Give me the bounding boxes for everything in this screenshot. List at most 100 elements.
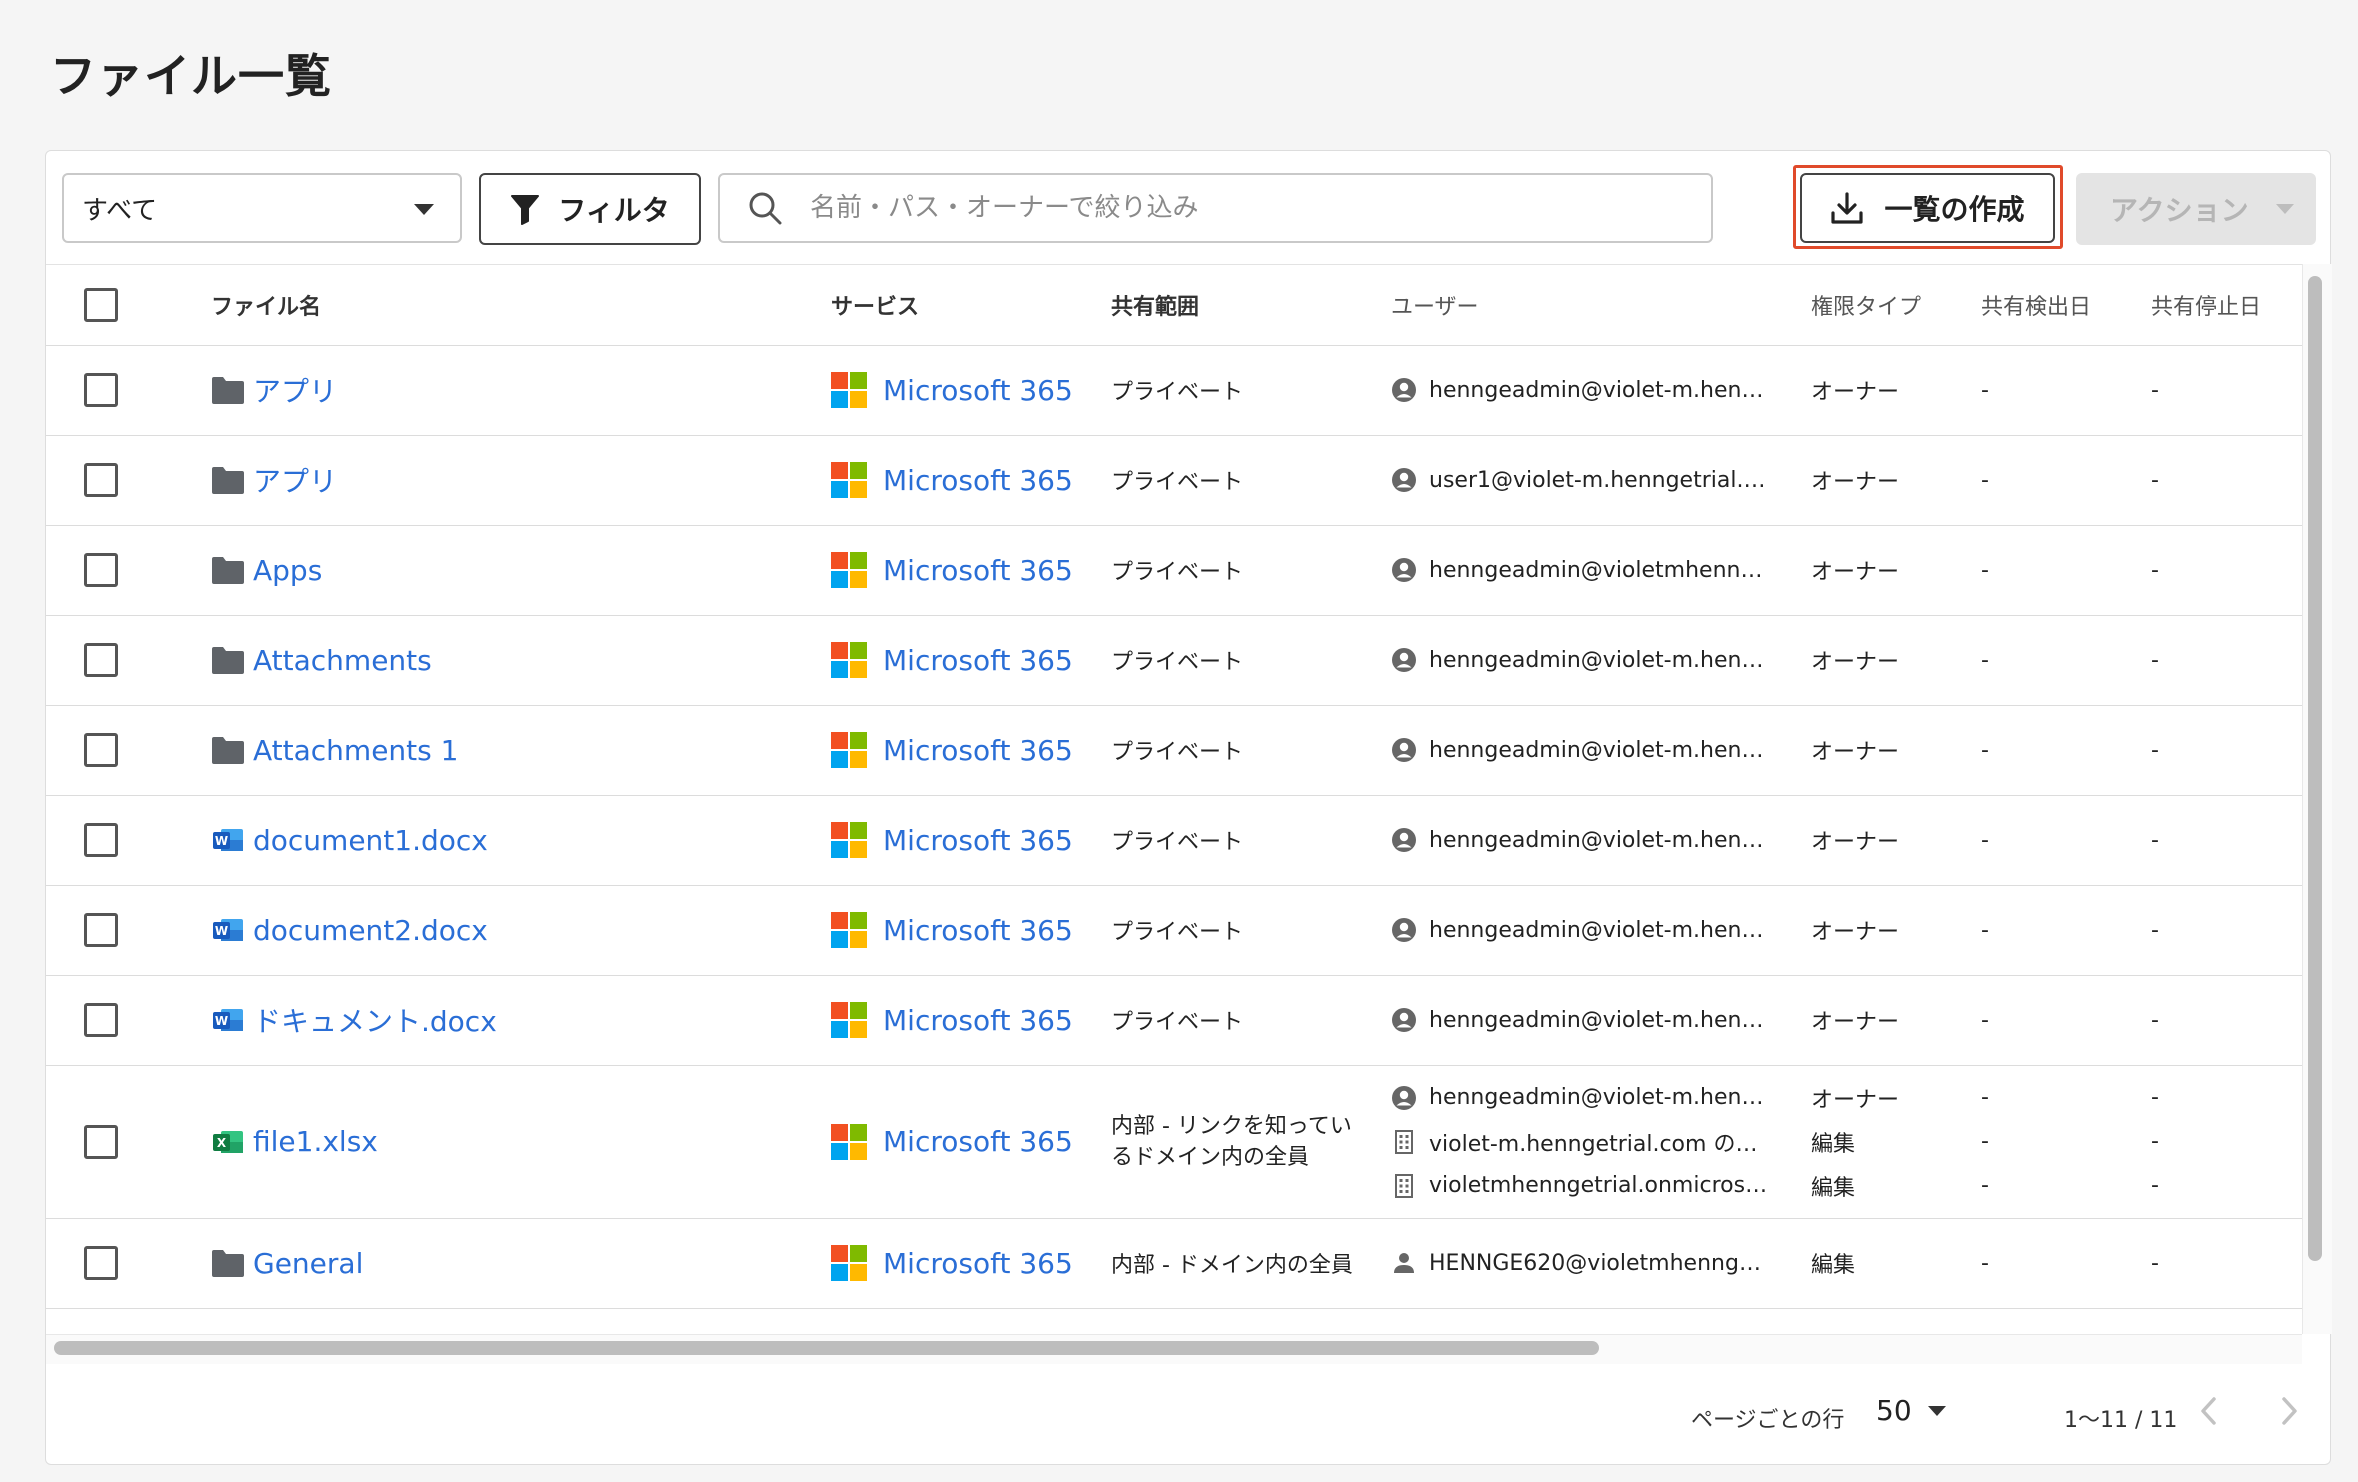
shared-user: violetmhenngetrial.onmicroso… — [1391, 1164, 1811, 1208]
shared-user: henngeadmin@violet-m.henn… — [1391, 368, 1811, 412]
service-link[interactable]: Microsoft 365 — [883, 644, 1073, 677]
microsoft-logo-icon — [831, 1002, 867, 1038]
user-name: henngeadmin@violet-m.henn… — [1429, 1085, 1771, 1110]
file-name-link[interactable]: file1.xlsx — [253, 1125, 378, 1158]
service-link[interactable]: Microsoft 365 — [883, 734, 1073, 767]
search-input[interactable] — [810, 193, 1690, 223]
service-link[interactable]: Microsoft 365 — [883, 374, 1073, 407]
file-table-container: ファイル名 サービス 共有範囲 ユーザー 権限タイプ 共有検出日 共有停止日 ア… — [46, 264, 2302, 1334]
row-checkbox[interactable] — [84, 823, 118, 857]
folder-icon — [212, 557, 244, 584]
column-header-permission[interactable]: 権限タイプ — [1811, 295, 1921, 320]
file-name-link[interactable]: Attachments — [253, 644, 432, 677]
shared-user: henngeadmin@violetmhenng… — [1391, 548, 1811, 592]
share-scope: プライベート — [1111, 920, 1244, 945]
row-checkbox[interactable] — [84, 373, 118, 407]
row-checkbox[interactable] — [84, 733, 118, 767]
table-row[interactable]: X file1.xlsx Microsoft 365 内部 - リンクを知ってい… — [46, 1065, 2302, 1219]
action-button[interactable]: アクション — [2076, 173, 2316, 245]
column-header-user[interactable]: ユーザー — [1391, 295, 1479, 320]
column-header-name[interactable]: ファイル名 — [161, 289, 321, 321]
column-header-detected[interactable]: 共有検出日 — [1981, 295, 2091, 320]
microsoft-logo-icon — [831, 912, 867, 948]
file-name-link[interactable]: アプリ — [253, 370, 337, 410]
share-detected-date: - — [1981, 377, 1989, 403]
download-icon — [1831, 192, 1864, 224]
table-row[interactable]: Attachments Microsoft 365 プライベート henngea… — [46, 615, 2302, 706]
column-header-scope[interactable]: 共有範囲 — [1111, 295, 1199, 320]
user-name: henngeadmin@violetmhenng… — [1429, 557, 1771, 583]
share-scope: プライベート — [1111, 740, 1244, 765]
table-row[interactable]: General Microsoft 365 内部 - ドメイン内の全員 HENN… — [46, 1218, 2302, 1309]
shared-user: henngeadmin@violet-m.henn… — [1391, 728, 1811, 772]
action-button-label: アクション — [2110, 194, 2249, 227]
file-name-link[interactable]: Apps — [253, 554, 322, 587]
file-name-link[interactable]: ドキュメント.docx — [253, 1000, 497, 1040]
service-link[interactable]: Microsoft 365 — [883, 554, 1073, 587]
permission-type: 編集 — [1811, 1131, 1856, 1157]
chevron-right-icon[interactable] — [2274, 1391, 2304, 1431]
row-checkbox[interactable] — [84, 913, 118, 947]
table-row[interactable]: Attachments 1 Microsoft 365 プライベート henng… — [46, 705, 2302, 796]
file-name-link[interactable]: document2.docx — [253, 914, 488, 947]
word-icon: W — [213, 829, 243, 851]
excel-icon: X — [213, 1130, 243, 1153]
permission-type: オーナー — [1811, 1087, 1900, 1113]
table-row[interactable]: Apps Microsoft 365 プライベート henngeadmin@vi… — [46, 525, 2302, 616]
share-stopped-date: - — [2151, 377, 2159, 403]
service-link[interactable]: Microsoft 365 — [883, 1004, 1073, 1037]
file-name-link[interactable]: アプリ — [253, 460, 337, 500]
share-detected-date: - — [1981, 557, 1989, 583]
share-detected-date: - — [1981, 647, 1989, 673]
row-checkbox[interactable] — [84, 553, 118, 587]
table-row[interactable]: アプリ Microsoft 365 プライベート henngeadmin@vio… — [46, 345, 2302, 436]
chevron-left-icon[interactable] — [2194, 1391, 2224, 1431]
file-table: ファイル名 サービス 共有範囲 ユーザー 権限タイプ 共有検出日 共有停止日 ア… — [46, 265, 2302, 1309]
create-list-button[interactable]: 一覧の作成 — [1800, 173, 2055, 243]
file-name-link[interactable]: Attachments 1 — [253, 734, 458, 767]
share-stopped-date: - — [2151, 737, 2159, 763]
table-row[interactable]: アプリ Microsoft 365 プライベート user1@violet-m.… — [46, 435, 2302, 526]
row-checkbox[interactable] — [84, 463, 118, 497]
share-detected-date: - — [1981, 1085, 1989, 1110]
share-stopped-date: - — [2151, 1250, 2159, 1276]
vertical-scrollbar-thumb[interactable] — [2308, 276, 2322, 1261]
shared-user: henngeadmin@violet-m.henn… — [1391, 998, 1811, 1042]
row-checkbox[interactable] — [84, 643, 118, 677]
column-header-stopped[interactable]: 共有停止日 — [2151, 295, 2261, 320]
filter-button[interactable]: フィルタ — [479, 173, 701, 245]
file-name-link[interactable]: document1.docx — [253, 824, 488, 857]
horizontal-scrollbar-thumb[interactable] — [54, 1341, 1599, 1355]
service-link[interactable]: Microsoft 365 — [883, 824, 1073, 857]
microsoft-logo-icon — [831, 552, 867, 588]
user-circle-icon — [1392, 468, 1416, 492]
table-row[interactable]: W document1.docx Microsoft 365 プライベート he… — [46, 795, 2302, 886]
user-name: henngeadmin@violet-m.henn… — [1429, 377, 1771, 403]
scope-select[interactable]: すべて — [62, 173, 462, 243]
service-link[interactable]: Microsoft 365 — [883, 914, 1073, 947]
share-stopped-date: - — [2151, 647, 2159, 673]
word-icon: W — [213, 1009, 243, 1031]
service-link[interactable]: Microsoft 365 — [883, 1247, 1073, 1280]
row-checkbox[interactable] — [84, 1246, 118, 1280]
user-name: violet-m.henngetrial.com の全員 — [1429, 1131, 1771, 1157]
service-link[interactable]: Microsoft 365 — [883, 464, 1073, 497]
user-name: henngeadmin@violet-m.henn… — [1429, 917, 1771, 943]
row-checkbox[interactable] — [84, 1003, 118, 1037]
shared-user: henngeadmin@violet-m.henn… — [1391, 1076, 1811, 1120]
user-name: henngeadmin@violet-m.henn… — [1429, 827, 1771, 853]
share-scope: 内部 - リンクを知っているドメイン内の全員 — [1111, 1113, 1352, 1170]
column-header-service[interactable]: サービス — [831, 295, 919, 320]
rows-per-page-select[interactable]: 50 — [1876, 1394, 1946, 1427]
select-all-checkbox[interactable] — [84, 287, 118, 322]
share-scope: プライベート — [1111, 650, 1244, 675]
share-stopped-date: - — [2151, 827, 2159, 853]
row-checkbox[interactable] — [84, 1124, 118, 1159]
shared-user: user1@violet-m.henngetrial.c… — [1391, 458, 1811, 502]
service-link[interactable]: Microsoft 365 — [883, 1125, 1073, 1158]
table-row[interactable]: W document2.docx Microsoft 365 プライベート he… — [46, 885, 2302, 976]
table-row[interactable]: W ドキュメント.docx Microsoft 365 プライベート henng… — [46, 975, 2302, 1066]
permission-type: オーナー — [1811, 920, 1900, 945]
search-box[interactable] — [718, 173, 1713, 243]
file-name-link[interactable]: General — [253, 1247, 363, 1280]
